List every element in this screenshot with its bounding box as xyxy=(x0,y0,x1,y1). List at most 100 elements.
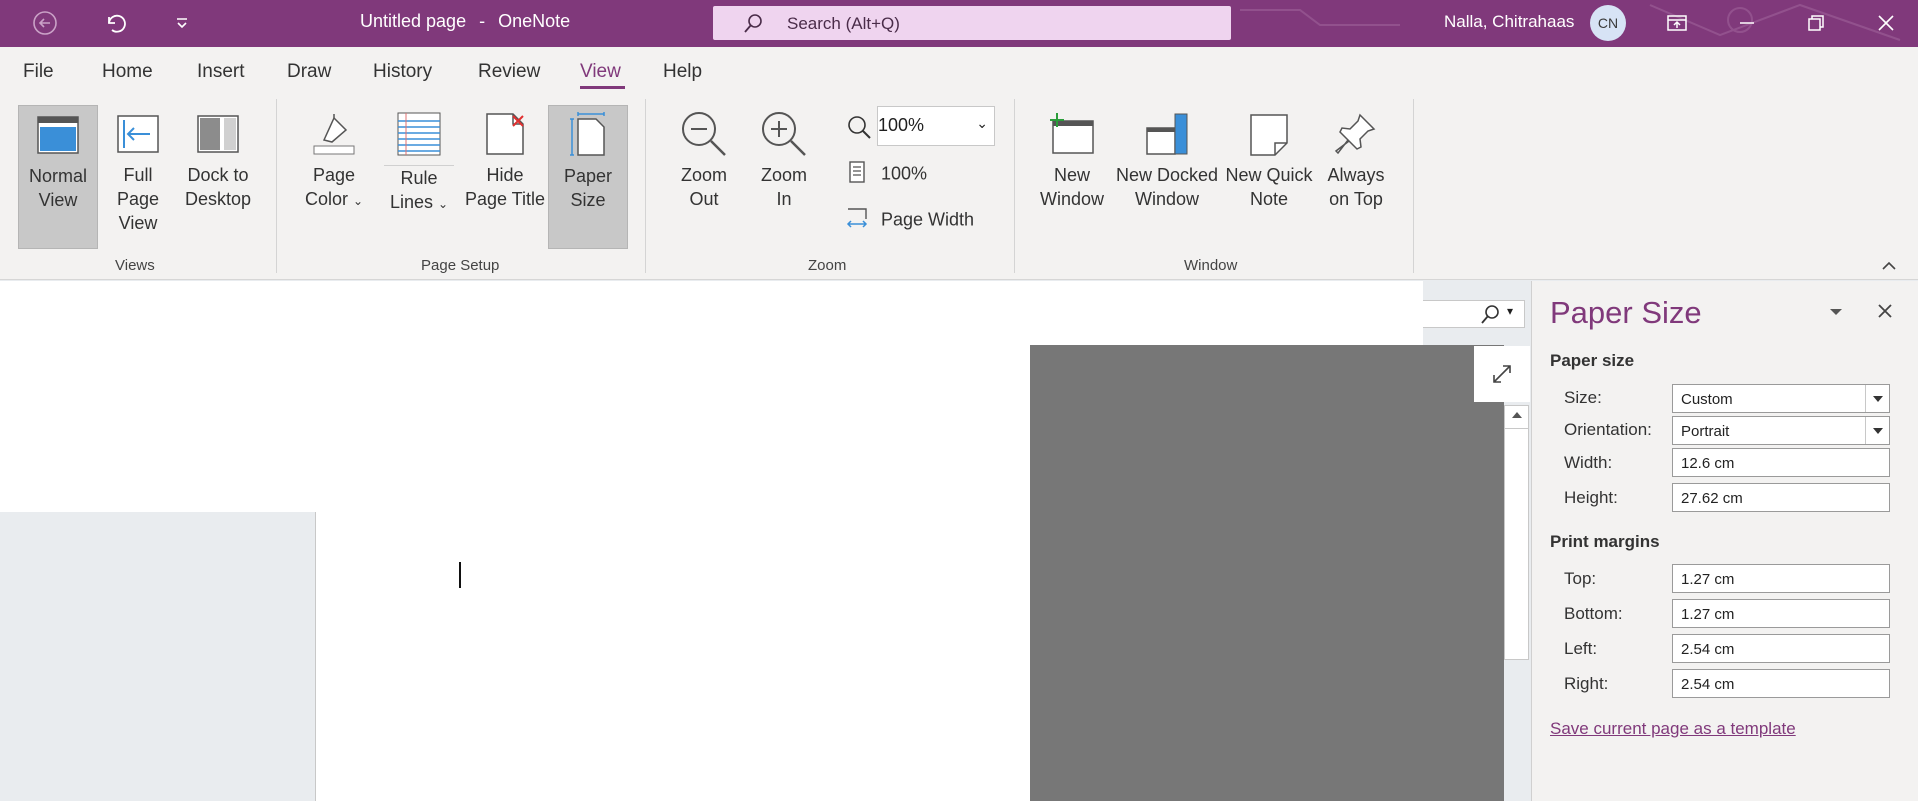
page-width-label: Page Width xyxy=(881,209,975,230)
zoom-in-button[interactable]: Zoom In xyxy=(744,105,824,249)
normal-view-button[interactable]: Normal View xyxy=(18,105,98,249)
paper-size-icon xyxy=(549,106,627,164)
zoom-in-label-1: Zoom xyxy=(760,165,807,185)
tab-help[interactable]: Help xyxy=(663,61,702,83)
tab-file[interactable]: File xyxy=(23,61,54,83)
orientation-select-value: Portrait xyxy=(1681,423,1730,440)
rule-lines-label-1: Rule xyxy=(384,165,454,190)
page-width-button[interactable]: Page Width xyxy=(846,207,974,234)
vertical-scrollbar[interactable] xyxy=(1504,405,1529,660)
zoom-select[interactable]: 100% ⌄ xyxy=(877,106,995,146)
rule-lines-button[interactable]: Rule Lines ⌄ xyxy=(384,105,454,249)
zoom-out-button[interactable]: Zoom Out xyxy=(664,105,744,249)
page-search-box[interactable]: ▾ xyxy=(1423,300,1525,328)
page-color-label-text: Color xyxy=(304,189,348,209)
dock-to-desktop-icon xyxy=(178,105,258,163)
customize-qat-icon[interactable] xyxy=(167,8,197,38)
height-label: Height: xyxy=(1564,488,1618,507)
back-icon[interactable] xyxy=(30,8,60,38)
rule-lines-label-text: Lines xyxy=(389,192,433,212)
new-window-button[interactable]: New Window xyxy=(1030,105,1114,249)
new-quick-note-label-2: Note xyxy=(1249,189,1289,209)
undo-icon[interactable] xyxy=(99,8,129,38)
bottom-margin-label: Bottom: xyxy=(1564,604,1623,623)
rule-lines-icon xyxy=(384,105,454,163)
page-color-button[interactable]: Page Color ⌄ xyxy=(294,105,374,249)
left-margin-field[interactable]: 2.54 cm xyxy=(1672,634,1890,663)
scroll-up-icon[interactable] xyxy=(1511,408,1523,426)
rule-lines-chevron-icon: ⌄ xyxy=(437,197,449,211)
user-name[interactable]: Nalla, Chitrahaas xyxy=(1444,12,1574,32)
expand-icon xyxy=(1490,362,1514,391)
right-margin-label: Right: xyxy=(1564,674,1609,693)
save-as-template-link[interactable]: Save current page as a template xyxy=(1550,719,1796,739)
tab-draw[interactable]: Draw xyxy=(287,61,331,83)
height-field[interactable]: 27.62 cm xyxy=(1672,483,1890,512)
avatar[interactable]: CN xyxy=(1590,5,1626,41)
restore-icon[interactable] xyxy=(1801,8,1831,38)
expand-page-button[interactable] xyxy=(1474,346,1530,402)
page-100-icon xyxy=(848,161,866,188)
page-body[interactable] xyxy=(315,512,1030,801)
zoom-group-label: Zoom xyxy=(808,257,847,274)
scrollbar-track-line xyxy=(1505,428,1528,429)
collapse-ribbon-icon[interactable] xyxy=(1880,259,1898,278)
zoom-100-label: 100% xyxy=(881,163,928,184)
pane-options-chevron-icon[interactable] xyxy=(1828,305,1844,323)
new-docked-window-button[interactable]: New Docked Window xyxy=(1114,105,1220,249)
zoom-100-button[interactable]: 100% xyxy=(848,161,927,188)
ribbon-separator xyxy=(1014,99,1015,273)
bottom-margin-field[interactable]: 1.27 cm xyxy=(1672,599,1890,628)
orientation-select[interactable]: Portrait xyxy=(1672,416,1890,445)
new-window-label-1: New xyxy=(1053,165,1090,185)
zoom-out-label-1: Zoom xyxy=(680,165,727,185)
minimize-icon[interactable] xyxy=(1732,8,1762,38)
page-color-label-1: Page xyxy=(312,165,356,185)
print-margins-heading: Print margins xyxy=(1550,532,1660,551)
page-color-icon xyxy=(294,105,374,163)
dock-to-desktop-button[interactable]: Dock to Desktop xyxy=(178,105,258,249)
page-setup-group-label: Page Setup xyxy=(421,257,500,274)
size-select[interactable]: Custom xyxy=(1672,384,1890,413)
dock-to-desktop-label-2: Desktop xyxy=(184,189,252,209)
new-quick-note-button[interactable]: New Quick Note xyxy=(1222,105,1316,249)
tab-view[interactable]: View xyxy=(580,61,621,83)
tab-history[interactable]: History xyxy=(373,61,432,83)
size-chevron-icon xyxy=(1865,385,1889,412)
hide-page-title-label-1: Hide xyxy=(486,165,524,185)
right-margin-field[interactable]: 2.54 cm xyxy=(1672,669,1890,698)
close-icon[interactable] xyxy=(1871,8,1901,38)
always-on-top-label-1: Always xyxy=(1327,165,1385,185)
full-page-view-button[interactable]: Full Page View xyxy=(100,105,176,249)
always-on-top-button[interactable]: Always on Top xyxy=(1318,105,1394,249)
top-margin-field[interactable]: 1.27 cm xyxy=(1672,564,1890,593)
ribbon-display-icon[interactable] xyxy=(1662,8,1692,38)
top-margin-label: Top: xyxy=(1564,569,1597,588)
new-docked-window-label-1: New Docked xyxy=(1115,165,1219,185)
page-color-chevron-icon: ⌄ xyxy=(352,194,364,208)
search-box[interactable]: Search (Alt+Q) xyxy=(713,6,1231,40)
new-quick-note-icon xyxy=(1222,105,1316,163)
active-tab-indicator xyxy=(580,86,625,89)
always-on-top-label-2: on Top xyxy=(1329,189,1383,209)
size-select-value: Custom xyxy=(1681,391,1733,408)
tab-insert[interactable]: Insert xyxy=(197,61,245,83)
menu-bar: File Home Insert Draw History Review Vie… xyxy=(0,47,1918,99)
page-color-label-2: Color ⌄ xyxy=(294,187,374,213)
full-page-view-icon xyxy=(100,105,176,163)
pane-close-icon[interactable] xyxy=(1877,303,1893,324)
new-docked-window-icon xyxy=(1114,105,1220,163)
page-title-text: Untitled page xyxy=(360,11,467,31)
normal-view-label-2: View xyxy=(38,190,78,210)
normal-view-label-1: Normal xyxy=(28,166,87,186)
paper-size-label-1: Paper xyxy=(563,166,613,186)
ribbon-separator xyxy=(1413,99,1414,273)
text-cursor xyxy=(459,562,461,588)
hide-page-title-button[interactable]: Hide Page Title xyxy=(464,105,546,249)
page-search-icon xyxy=(1479,304,1501,331)
ribbon-separator xyxy=(645,99,646,273)
width-field[interactable]: 12.6 cm xyxy=(1672,448,1890,477)
tab-review[interactable]: Review xyxy=(478,61,540,83)
tab-home[interactable]: Home xyxy=(102,61,153,83)
paper-size-button[interactable]: Paper Size xyxy=(548,105,628,249)
